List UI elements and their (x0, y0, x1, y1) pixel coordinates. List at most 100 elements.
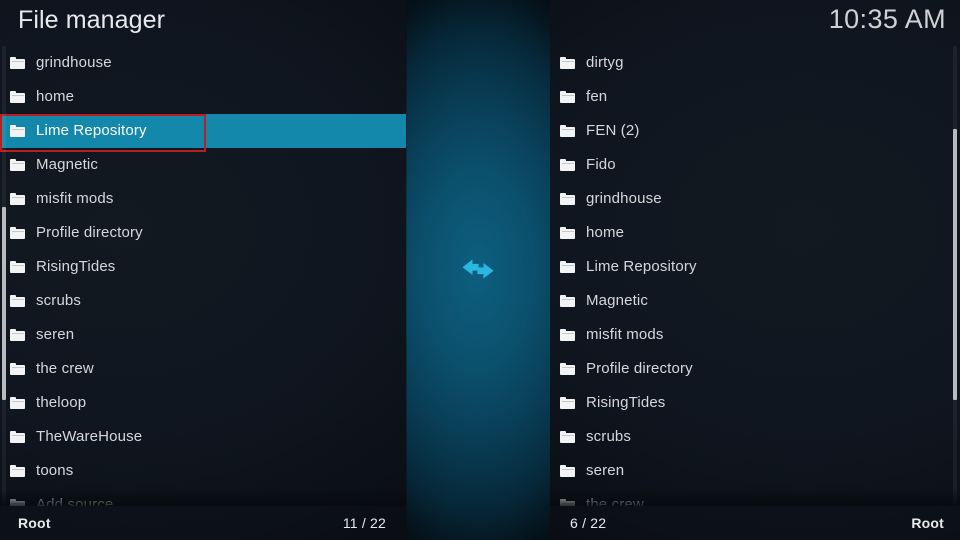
list-item[interactable]: the crew (0, 352, 406, 386)
list-item[interactable]: the crew (550, 488, 960, 506)
left-right-arrows-icon (455, 252, 501, 286)
list-item-label: Fido (586, 156, 616, 173)
list-item[interactable]: seren (0, 318, 406, 352)
folder-icon (10, 499, 25, 506)
list-item-label: grindhouse (586, 190, 662, 207)
right-location-label: Root (911, 515, 944, 531)
folder-icon (10, 57, 25, 69)
folder-icon (10, 227, 25, 239)
list-item[interactable]: dirtyg (550, 46, 960, 80)
list-item[interactable]: home (550, 216, 960, 250)
folder-icon (560, 465, 575, 477)
folder-icon (560, 193, 575, 205)
list-item-label: RisingTides (36, 258, 116, 275)
list-item-label: FEN (2) (586, 122, 640, 139)
list-item[interactable]: misfit mods (550, 318, 960, 352)
right-file-panel[interactable]: dirtyg fen FEN (2) Fido grindhouse home Lime R… (550, 0, 960, 540)
folder-icon (10, 125, 25, 137)
list-item-label: seren (36, 326, 75, 343)
folder-icon (10, 431, 25, 443)
list-item-label: home (586, 224, 625, 241)
left-item-counter: 11 / 22 (342, 515, 386, 531)
list-item-label: misfit mods (36, 190, 114, 207)
list-item[interactable]: scrubs (0, 284, 406, 318)
left-status-bar: Root 11 / 22 (0, 506, 406, 540)
list-item-label: RisingTides (586, 394, 666, 411)
list-item-label: grindhouse (36, 54, 112, 71)
left-file-panel[interactable]: grindhouse home Lime Repository Magnetic mis… (0, 0, 406, 540)
list-item[interactable]: TheWareHouse (0, 420, 406, 454)
list-item[interactable]: toons (0, 454, 406, 488)
list-item-label: scrubs (586, 428, 632, 445)
folder-icon (560, 295, 575, 307)
list-item[interactable]: scrubs (550, 420, 960, 454)
list-item[interactable]: misfit mods (0, 182, 406, 216)
list-item-label: Profile directory (586, 360, 693, 377)
folder-icon (560, 363, 575, 375)
folder-icon (10, 91, 25, 103)
list-item-label: Magnetic (36, 156, 99, 173)
list-item[interactable]: Fido (550, 148, 960, 182)
list-item-label: Profile directory (36, 224, 143, 241)
file-manager-window: grindhouse home Lime Repository Magnetic mis… (0, 0, 960, 540)
list-item[interactable]: theloop (0, 386, 406, 420)
list-item-label: Lime Repository (586, 258, 697, 275)
list-item-label: scrubs (36, 292, 82, 309)
list-item-label: the crew (586, 496, 644, 506)
folder-icon (560, 397, 575, 409)
right-scrollbar[interactable] (953, 46, 957, 506)
list-item-label: fen (586, 88, 608, 105)
list-item-label: Magnetic (586, 292, 649, 309)
folder-icon (560, 499, 575, 506)
right-status-bar: 6 / 22 Root (550, 506, 960, 540)
list-item-label: TheWareHouse (36, 428, 143, 445)
list-item[interactable]: grindhouse (0, 46, 406, 80)
list-item[interactable]: Lime Repository (550, 250, 960, 284)
right-file-list[interactable]: dirtyg fen FEN (2) Fido grindhouse home Lime R… (550, 46, 960, 506)
left-location-label: Root (18, 515, 51, 531)
list-item-label: misfit mods (586, 326, 664, 343)
left-scrollbar-thumb[interactable] (2, 207, 6, 401)
list-item-label: Lime Repository (36, 122, 147, 139)
right-item-counter: 6 / 22 (570, 515, 607, 531)
folder-icon (560, 159, 575, 171)
list-item[interactable]: Profile directory (0, 216, 406, 250)
folder-icon (560, 431, 575, 443)
folder-icon (10, 295, 25, 307)
list-item[interactable]: grindhouse (550, 182, 960, 216)
list-item[interactable]: FEN (2) (550, 114, 960, 148)
list-item-label: seren (586, 462, 625, 479)
folder-icon (560, 227, 575, 239)
folder-icon (10, 465, 25, 477)
list-item[interactable]: Profile directory (550, 352, 960, 386)
folder-icon (10, 329, 25, 341)
folder-icon (10, 193, 25, 205)
page-title: File manager (18, 6, 166, 34)
folder-icon (560, 125, 575, 137)
folder-icon (10, 261, 25, 273)
list-item[interactable]: RisingTides (550, 386, 960, 420)
folder-icon (560, 91, 575, 103)
left-file-list[interactable]: grindhouse home Lime Repository Magnetic mis… (0, 46, 406, 506)
list-item[interactable]: Add source (0, 488, 406, 506)
folder-icon (560, 57, 575, 69)
list-item[interactable]: seren (550, 454, 960, 488)
right-scrollbar-thumb[interactable] (953, 128, 957, 401)
list-item[interactable]: fen (550, 80, 960, 114)
list-item[interactable]: home (0, 80, 406, 114)
folder-icon (10, 363, 25, 375)
left-scrollbar[interactable] (2, 46, 6, 506)
list-item-label: toons (36, 462, 74, 479)
folder-icon (560, 261, 575, 273)
list-item-label: the crew (36, 360, 94, 377)
list-item-label: home (36, 88, 75, 105)
list-item-label: theloop (36, 394, 87, 411)
list-item[interactable]: Magnetic (550, 284, 960, 318)
list-item-label: dirtyg (586, 54, 624, 71)
list-item[interactable]: Lime Repository (0, 114, 406, 152)
list-item[interactable]: Magnetic (0, 148, 406, 182)
folder-icon (10, 159, 25, 171)
list-item[interactable]: RisingTides (0, 250, 406, 284)
folder-icon (10, 397, 25, 409)
clock: 10:35 AM (828, 4, 946, 34)
